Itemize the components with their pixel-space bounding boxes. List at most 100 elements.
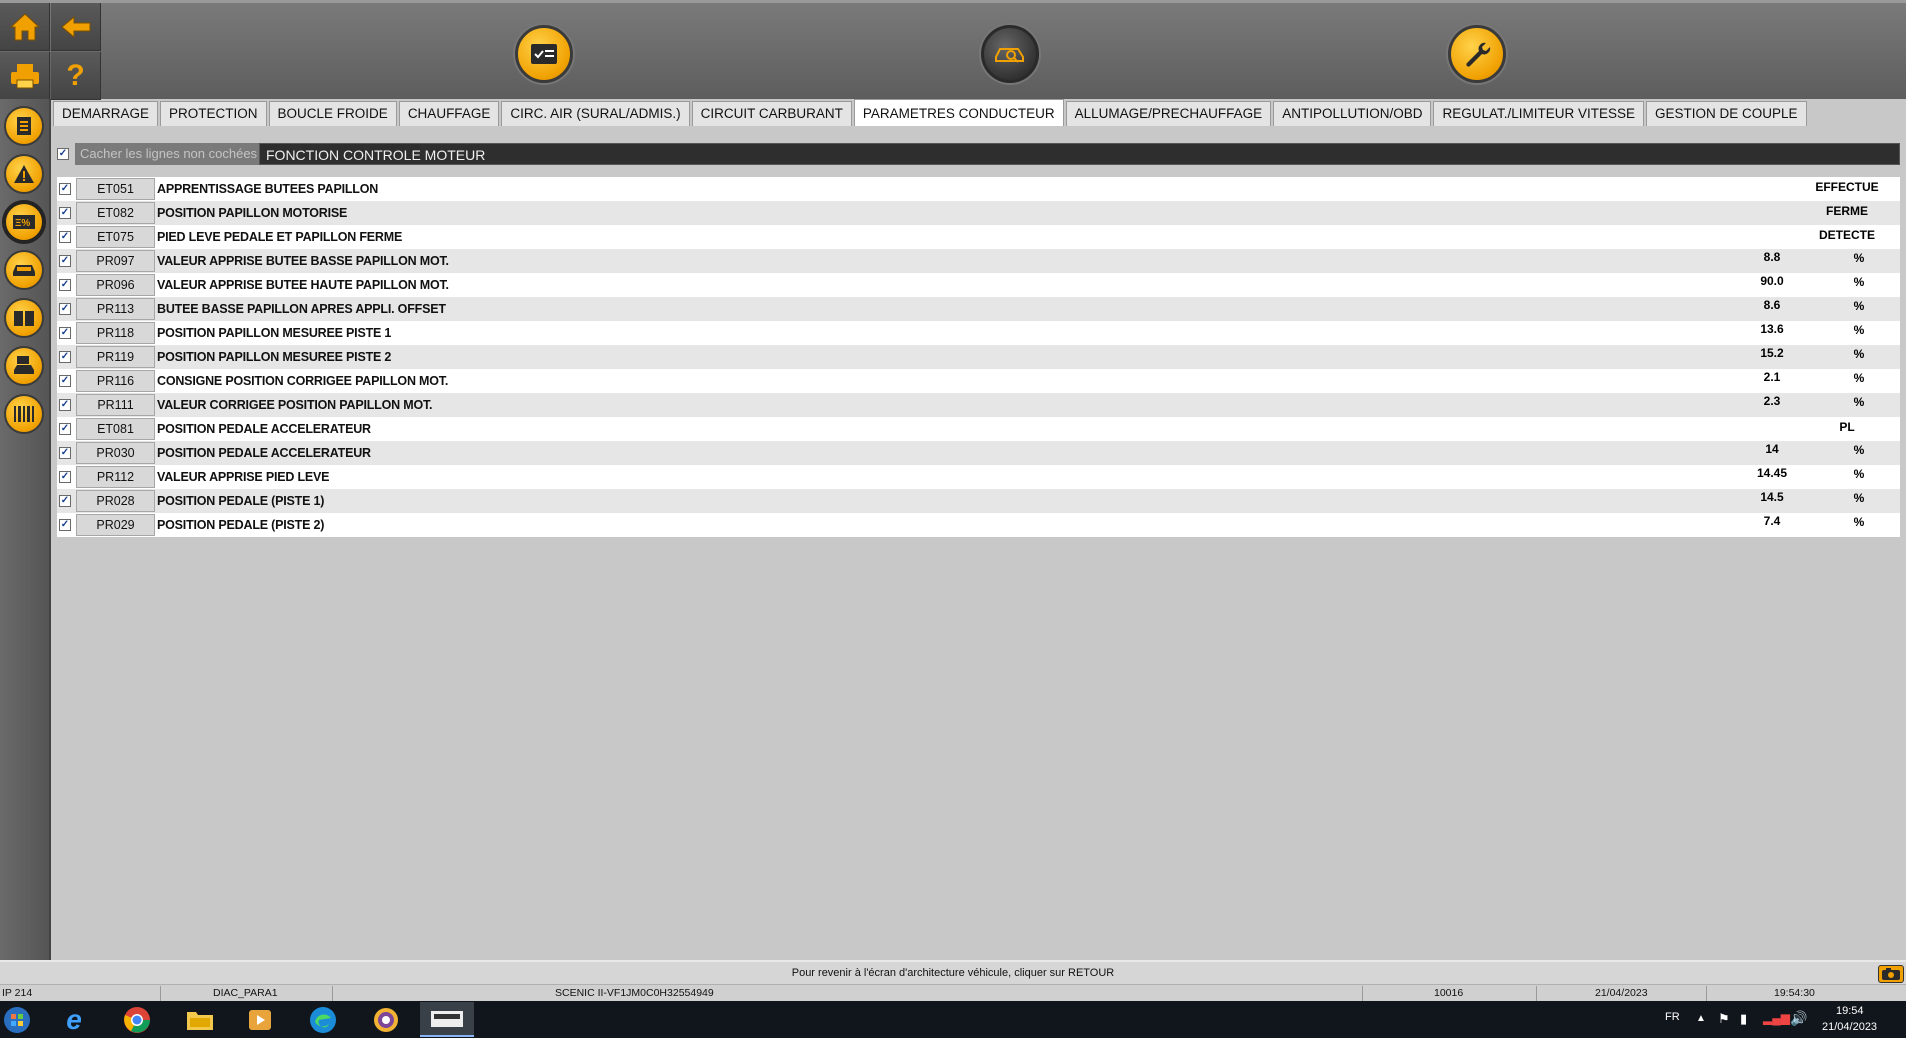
sidebar-vehicle-button[interactable] <box>4 250 44 290</box>
back-button[interactable] <box>51 3 101 51</box>
row-checkbox[interactable]: ✓ <box>59 303 71 315</box>
row-checkbox[interactable]: ✓ <box>59 351 71 363</box>
parameter-code[interactable]: PR118 <box>76 322 155 344</box>
top-toolbar: ? <box>0 0 1906 100</box>
parameter-unit: % <box>1853 251 1865 265</box>
table-row: ✓ PR096 VALEUR APPRISE BUTEE HAUTE PAPILLO… <box>57 273 1900 297</box>
sidebar-warning-button[interactable] <box>4 154 44 194</box>
vehicle-diagnostic-button[interactable] <box>981 25 1039 83</box>
help-button[interactable]: ? <box>51 52 101 100</box>
network-icon[interactable]: ▂▄▆ <box>1763 1011 1790 1025</box>
parameter-code[interactable]: ET081 <box>76 418 155 440</box>
wrench-button[interactable] <box>1448 25 1506 83</box>
action-center-flag-icon[interactable]: ⚑ <box>1718 1011 1730 1027</box>
table-row: ✓ PR029 POSITION PEDALE (PISTE 2) 7.4% <box>57 513 1900 537</box>
row-checkbox[interactable]: ✓ <box>59 495 71 507</box>
row-checkbox[interactable]: ✓ <box>59 183 71 195</box>
tab-allumage-prechauffage[interactable]: ALLUMAGE/PRECHAUFFAGE <box>1065 101 1272 126</box>
taskbar-media-player[interactable] <box>240 1004 280 1036</box>
table-row: ✓ PR030 POSITION PEDALE ACCELERATEUR 14% <box>57 441 1900 465</box>
row-checkbox[interactable]: ✓ <box>59 207 71 219</box>
sidebar-document-button[interactable] <box>4 106 44 146</box>
start-button[interactable] <box>0 1004 34 1036</box>
parameter-code[interactable]: ET051 <box>76 178 155 200</box>
parameter-label: VALEUR APPRISE PIED LEVE <box>157 470 330 484</box>
back-icon <box>60 15 90 38</box>
taskbar-chrome[interactable] <box>117 1004 157 1036</box>
tab-antipollution-obd[interactable]: ANTIPOLLUTION/OBD <box>1273 101 1432 126</box>
hide-unchecked-label[interactable]: Cacher les lignes non cochées <box>75 143 259 165</box>
parameter-value: 8.6 <box>1763 298 1781 312</box>
parameter-code[interactable]: PR112 <box>76 466 155 488</box>
tab-chauffage[interactable]: CHAUFFAGE <box>398 101 500 126</box>
parameter-code[interactable]: PR113 <box>76 298 155 320</box>
taskbar-edge[interactable] <box>303 1004 343 1036</box>
home-button[interactable] <box>0 3 50 51</box>
tab-demarrage[interactable]: DEMARRAGE <box>53 101 159 126</box>
screenshot-button[interactable] <box>1878 965 1904 983</box>
print-button[interactable] <box>0 52 50 100</box>
info-date: 21/04/2023 <box>1595 987 1648 999</box>
parameter-code[interactable]: PR111 <box>76 394 155 416</box>
parameter-value: 2.1 <box>1763 370 1781 384</box>
help-icon: ? <box>66 58 85 92</box>
parameter-code[interactable]: PR029 <box>76 514 155 536</box>
parameter-label: VALEUR APPRISE BUTEE HAUTE PAPILLON MOT. <box>157 278 449 292</box>
sidebar-parameters-button[interactable]: Ξ% <box>4 202 44 242</box>
parameter-label: BUTEE BASSE PAPILLON APRES APPLI. OFFSET <box>157 302 446 316</box>
parameters-table: ✓ ET051 APPRENTISSAGE BUTEES PAPILLON EFFEC… <box>57 177 1900 537</box>
volume-icon[interactable]: 🔊 <box>1790 1010 1807 1027</box>
parameter-code[interactable]: ET082 <box>76 202 155 224</box>
row-checkbox[interactable]: ✓ <box>59 423 71 435</box>
row-checkbox[interactable]: ✓ <box>59 471 71 483</box>
parameter-code[interactable]: PR097 <box>76 250 155 272</box>
row-checkbox[interactable]: ✓ <box>59 447 71 459</box>
parameter-label: POSITION PAPILLON MESUREE PISTE 2 <box>157 350 392 364</box>
sidebar-vehicle-save-button[interactable] <box>4 346 44 386</box>
barcode-icon <box>14 406 34 422</box>
parameter-code[interactable]: ET075 <box>76 226 155 248</box>
row-checkbox[interactable]: ✓ <box>59 375 71 387</box>
row-checkbox[interactable]: ✓ <box>59 255 71 267</box>
parameter-label: POSITION PEDALE ACCELERATEUR <box>157 446 371 460</box>
tray-expand-icon[interactable]: ▲ <box>1696 1013 1706 1024</box>
power-icon[interactable]: ▮ <box>1740 1011 1747 1027</box>
taskbar-explorer[interactable] <box>180 1004 220 1036</box>
sidebar-barcode-button[interactable] <box>4 394 44 434</box>
row-checkbox[interactable]: ✓ <box>59 231 71 243</box>
parameter-code[interactable]: PR119 <box>76 346 155 368</box>
tab-protection[interactable]: PROTECTION <box>160 101 267 126</box>
sidebar-manual-button[interactable] <box>4 298 44 338</box>
tab-regulat-limiteur-vitesse[interactable]: REGULAT./LIMITEUR VITESSE <box>1433 101 1645 126</box>
taskbar-diagnostic-app[interactable] <box>420 1002 474 1037</box>
checklist-button[interactable] <box>515 25 573 83</box>
row-checkbox[interactable]: ✓ <box>59 399 71 411</box>
parameter-code[interactable]: PR116 <box>76 370 155 392</box>
hide-unchecked-checkbox[interactable]: ✓ <box>57 148 69 160</box>
parameter-label: POSITION PAPILLON MOTORISE <box>157 206 348 220</box>
row-checkbox[interactable]: ✓ <box>59 279 71 291</box>
parameter-unit: % <box>1853 371 1865 385</box>
tor-browser-icon <box>374 1008 398 1032</box>
parameter-code[interactable]: PR030 <box>76 442 155 464</box>
parameter-code[interactable]: PR096 <box>76 274 155 296</box>
clock-time[interactable]: 19:54 <box>1836 1005 1864 1017</box>
clock-date[interactable]: 21/04/2023 <box>1822 1021 1877 1033</box>
row-checkbox[interactable]: ✓ <box>59 519 71 531</box>
parameter-code[interactable]: PR028 <box>76 490 155 512</box>
row-checkbox[interactable]: ✓ <box>59 327 71 339</box>
parameter-label: PIED LEVE PEDALE ET PAPILLON FERME <box>157 230 403 244</box>
tab-boucle-froide[interactable]: BOUCLE FROIDE <box>268 101 397 126</box>
edge-icon <box>310 1007 336 1033</box>
taskbar-ie[interactable]: e <box>54 1004 94 1036</box>
language-indicator[interactable]: FR <box>1665 1011 1680 1023</box>
taskbar-tor[interactable] <box>366 1004 406 1036</box>
tab-circuit-carburant[interactable]: CIRCUIT CARBURANT <box>691 101 852 126</box>
tab-circ-air-sural-admis[interactable]: CIRC. AIR (SURAL/ADMIS.) <box>501 101 690 126</box>
document-icon <box>17 117 31 135</box>
table-row: ✓ PR097 VALEUR APPRISE BUTEE BASSE PAPILLO… <box>57 249 1900 273</box>
parameter-unit: % <box>1853 491 1865 505</box>
print-icon <box>10 63 39 88</box>
tab-parametres-conducteur[interactable]: PARAMETRES CONDUCTEUR <box>853 99 1064 126</box>
tab-gestion-de-couple[interactable]: GESTION DE COUPLE <box>1646 101 1807 126</box>
